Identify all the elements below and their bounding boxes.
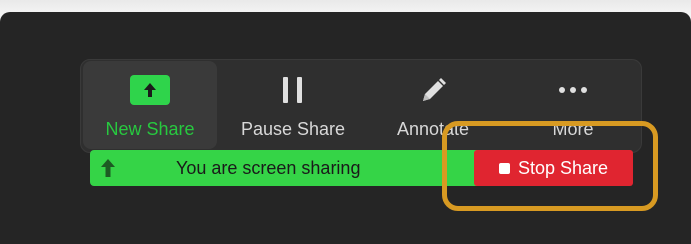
pause-icon	[283, 77, 302, 103]
more-dots-icon	[559, 87, 587, 93]
share-arrow-icon	[101, 159, 115, 177]
new-share-label: New Share	[105, 119, 195, 139]
pause-share-button[interactable]: Pause Share	[223, 61, 363, 149]
new-share-icon-wrap	[130, 75, 170, 105]
pencil-icon	[423, 78, 446, 101]
pause-share-label: Pause Share	[240, 119, 346, 139]
pencil-icon-wrap	[417, 75, 449, 112]
highlight-outline	[442, 121, 658, 211]
pause-icon-wrap	[278, 75, 308, 110]
more-icon-wrap	[556, 75, 590, 110]
new-share-button[interactable]: New Share	[83, 61, 217, 149]
up-arrow-icon	[130, 75, 170, 105]
sharing-status-text: You are screen sharing	[176, 158, 361, 178]
